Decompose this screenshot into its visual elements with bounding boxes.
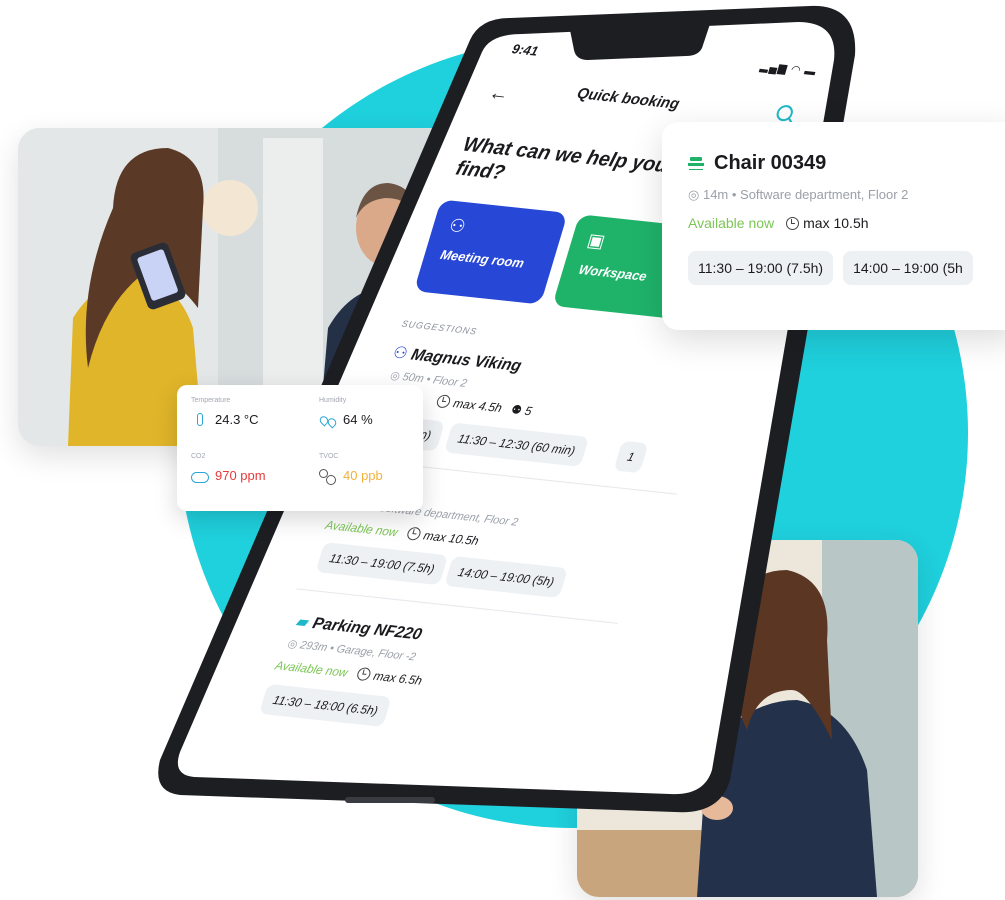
meeting-room-icon: ⚇: [446, 215, 469, 237]
time-slot-chip[interactable]: 1: [613, 440, 649, 474]
humidity-value: 64 %: [343, 412, 373, 427]
max-duration-group: max 10.5h: [786, 215, 869, 231]
tvoc-cell: TVOC 40 ppb: [319, 453, 429, 485]
time-slot-chip[interactable]: 11:30 – 19:00 (7.5h): [688, 251, 834, 285]
screen-title: Quick booking: [574, 85, 682, 113]
chair-title-text: Chair 00349: [714, 152, 827, 174]
tvoc-label: TVOC: [319, 453, 339, 460]
meta-text: 14m • Software department, Floor 2: [702, 187, 909, 202]
humidity-label: Humidity: [319, 397, 347, 404]
suggestion-max-row: max 4.5h ⚉ 5: [435, 394, 534, 418]
meta-text: 293m • Garage, Floor -2: [298, 639, 418, 664]
co2-value: 970 ppm: [215, 468, 266, 483]
co2-label: CO2: [191, 453, 206, 460]
availability-status: Available now: [688, 215, 775, 231]
suggestion-availability-row: Available now max 6.5h: [273, 658, 423, 688]
suggestion-title-text: Magnus Viking: [408, 346, 524, 376]
chair-meta: ◎ 14m • Software department, Floor 2: [688, 187, 909, 202]
clock-icon: [405, 526, 423, 541]
workspace-label: Workspace: [576, 261, 649, 284]
suggestion-title-text: Parking NF220: [310, 615, 424, 644]
time-slot-chip[interactable]: 14:00 – 19:00 (5h): [444, 555, 569, 599]
chair-booking-card[interactable]: Chair 00349 ◎ 14m • Software department,…: [662, 122, 1005, 330]
chair-availability-row: Available now max 10.5h: [688, 215, 996, 231]
co2-cloud-icon: [191, 469, 209, 483]
co2-cell: CO2 970 ppm: [191, 453, 301, 483]
status-time: 9:41: [510, 41, 541, 59]
temperature-label: Temperature: [191, 397, 231, 404]
environment-sensor-card: Temperature 24.3 °C Humidity 64 % CO2 97…: [177, 385, 423, 511]
time-slot-chip[interactable]: 11:30 – 18:00 (6.5h): [259, 683, 392, 727]
tvoc-value: 40 ppb: [343, 468, 383, 483]
chair-title: Chair 00349: [688, 152, 996, 175]
chair-time-slots: 11:30 – 19:00 (7.5h) 14:00 – 19:00 (5h: [688, 251, 996, 285]
meeting-room-label: Meeting room: [438, 246, 527, 271]
status-icons: ▂▄▆ ◠ ▬: [758, 60, 819, 79]
workspace-icon: [688, 155, 706, 173]
max-duration: max 10.5h: [421, 528, 481, 549]
clock-icon: [435, 394, 452, 409]
headline: What can we help you find?: [453, 133, 671, 185]
max-duration: max 6.5h: [371, 668, 424, 688]
people-icon: ⚉: [509, 402, 524, 418]
max-duration: max 10.5h: [803, 215, 869, 231]
temperature-cell: Temperature 24.3 °C: [191, 397, 301, 427]
marketing-composition: 9:41 ▂▄▆ ◠ ▬ ← Quick booking What can we…: [0, 0, 1005, 900]
humidity-icon: [319, 413, 335, 427]
time-slot-chip[interactable]: 11:30 – 12:30 (60 min): [443, 422, 590, 467]
availability-status: Available now: [273, 658, 350, 680]
meeting-room-tile[interactable]: ⚇ Meeting room: [413, 199, 568, 305]
temperature-value: 24.3 °C: [215, 412, 259, 427]
time-slot-chip[interactable]: 14:00 – 19:00 (5h: [843, 251, 973, 285]
back-arrow-icon[interactable]: ←: [486, 82, 512, 107]
tvoc-bubbles-icon: [319, 468, 336, 485]
search-icon[interactable]: [774, 104, 795, 122]
clock-icon: [786, 217, 800, 230]
availability-status: Available now: [323, 517, 400, 540]
humidity-cell: Humidity 64 %: [319, 397, 429, 427]
max-duration: max 4.5h: [451, 396, 504, 416]
thermometer-icon: [191, 412, 207, 427]
time-slot-chip[interactable]: 11:30 – 19:00 (7.5h): [315, 542, 449, 586]
clock-icon: [355, 666, 372, 682]
capacity-count: 5: [523, 403, 534, 419]
suggestions-heading: SUGGESTIONS: [400, 318, 479, 337]
